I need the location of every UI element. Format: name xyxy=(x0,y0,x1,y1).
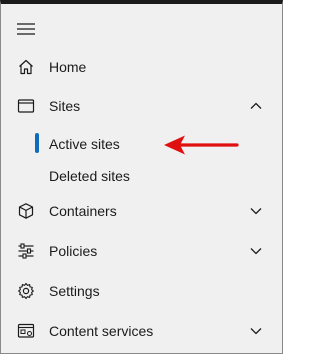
browser-window-icon xyxy=(17,97,35,115)
cube-icon xyxy=(17,202,35,220)
nav-item-label: Settings xyxy=(49,283,100,299)
hamburger-icon[interactable] xyxy=(17,22,35,36)
nav-subitem-label: Active sites xyxy=(49,136,120,152)
nav-item-content-services[interactable]: Content services xyxy=(1,314,282,348)
sliders-icon xyxy=(17,242,35,260)
chevron-down-icon[interactable] xyxy=(249,244,263,258)
content-services-icon xyxy=(17,322,35,340)
nav-subitem-label: Deleted sites xyxy=(49,168,130,184)
chevron-down-icon[interactable] xyxy=(249,324,263,338)
navigation-panel: Home Sites Active sites Deleted sites Co… xyxy=(0,0,283,354)
nav-item-label: Content services xyxy=(49,323,154,339)
nav-item-label: Policies xyxy=(49,243,98,259)
nav-item-containers[interactable]: Containers xyxy=(1,194,282,228)
chevron-up-icon[interactable] xyxy=(249,99,263,113)
active-indicator xyxy=(35,133,39,153)
nav-item-home[interactable]: Home xyxy=(1,50,282,84)
home-icon xyxy=(17,58,35,76)
nav-item-sites[interactable]: Sites xyxy=(1,89,282,123)
nav-subitem-deleted-sites[interactable]: Deleted sites xyxy=(1,161,282,191)
gear-icon xyxy=(17,282,35,300)
nav-item-label: Home xyxy=(49,59,87,75)
chevron-down-icon[interactable] xyxy=(249,204,263,218)
red-arrow-left-icon xyxy=(159,130,243,160)
nav-item-label: Sites xyxy=(49,98,81,114)
nav-item-policies[interactable]: Policies xyxy=(1,234,282,268)
nav-item-settings[interactable]: Settings xyxy=(1,274,282,308)
nav-item-label: Containers xyxy=(49,203,117,219)
